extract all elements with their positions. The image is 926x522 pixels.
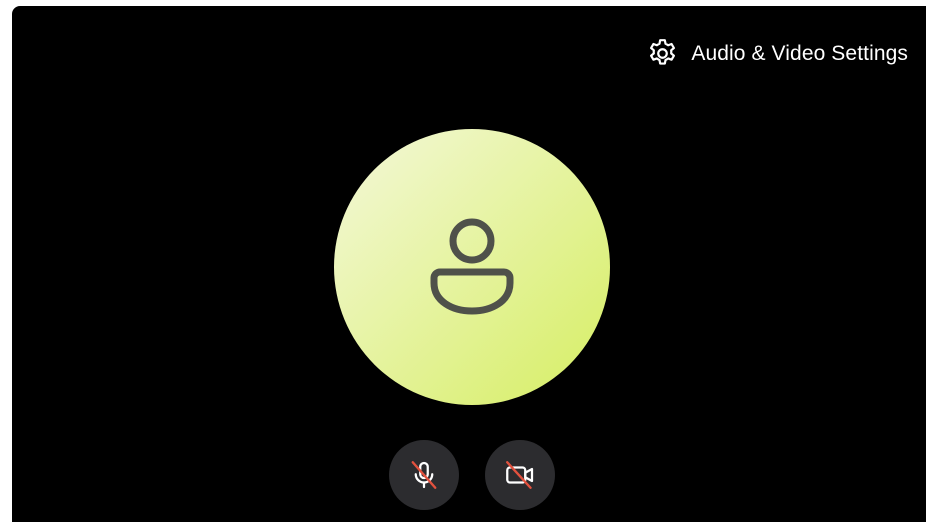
camera-toggle-button[interactable] (485, 440, 555, 510)
gear-icon (650, 39, 676, 65)
avatar (334, 129, 610, 405)
person-icon (430, 218, 514, 315)
microphone-toggle-button[interactable] (389, 440, 459, 510)
camera-off-icon (506, 461, 534, 489)
audio-video-settings-link[interactable]: Audio & Video Settings (646, 37, 908, 70)
microphone-off-icon (411, 461, 437, 489)
settings-label: Audio & Video Settings (691, 42, 908, 65)
video-preview-panel: Audio & Video Settings (12, 6, 926, 522)
media-controls (12, 440, 926, 510)
